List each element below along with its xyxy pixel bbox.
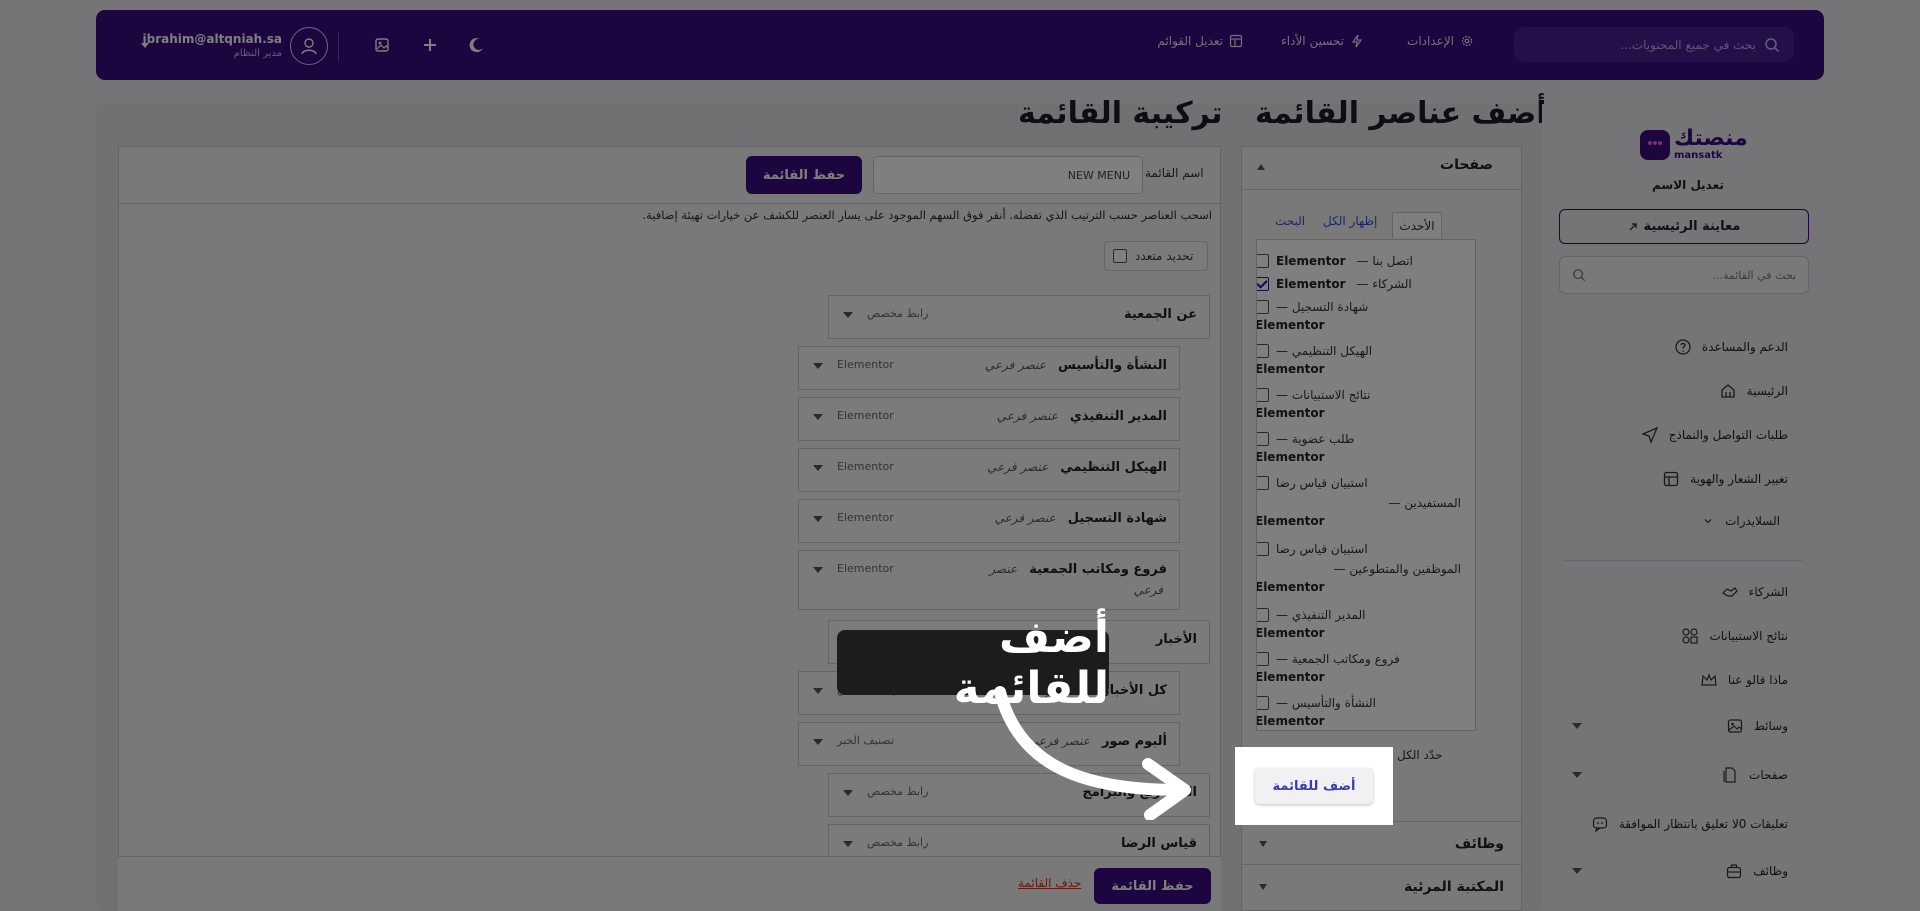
tutorial-dim-overlay [0,0,1920,911]
pointer-arrow-icon [994,686,1191,820]
highlight-box: أضف للقائمة [1235,747,1393,825]
add-to-menu-button[interactable]: أضف للقائمة [1255,768,1373,804]
